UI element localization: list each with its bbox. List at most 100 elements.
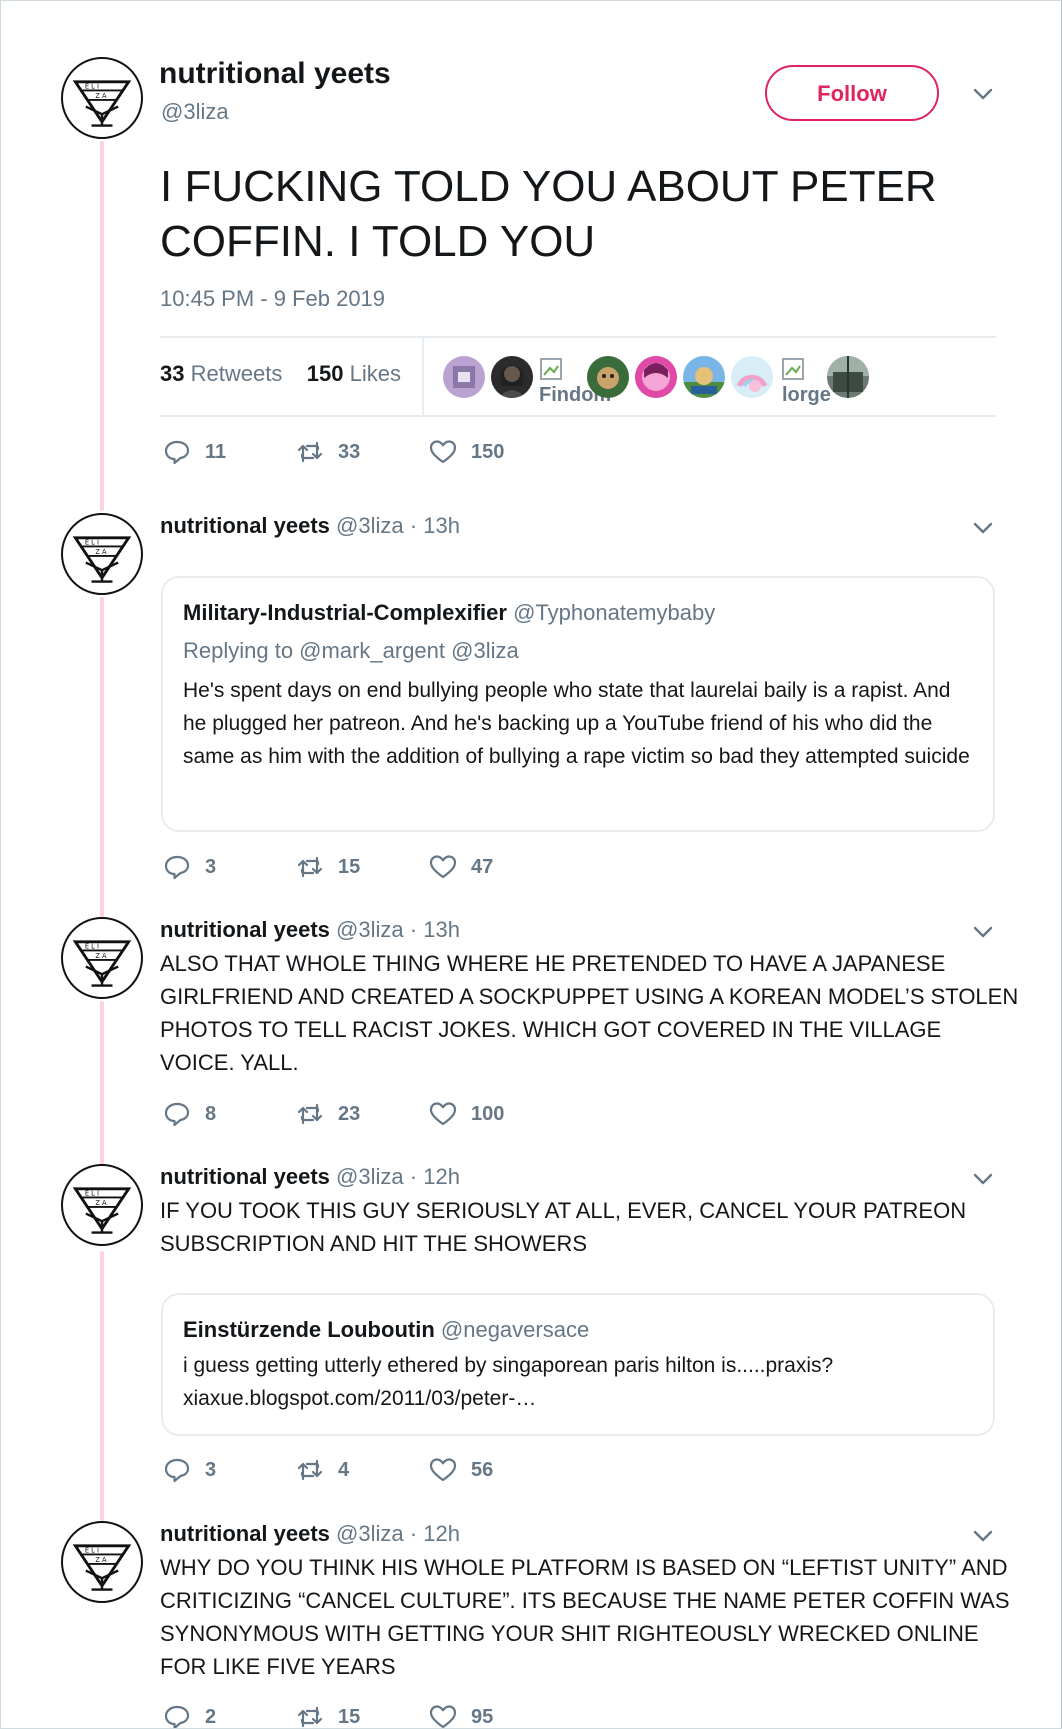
retweet-icon bbox=[297, 1103, 323, 1125]
svg-text:Z A: Z A bbox=[95, 1556, 107, 1564]
author-name[interactable]: nutritional yeets bbox=[160, 917, 330, 942]
reply-action[interactable]: 3 bbox=[163, 1456, 216, 1484]
retweet-icon bbox=[297, 856, 323, 878]
retweet-action[interactable]: 4 bbox=[296, 1456, 349, 1484]
author-name[interactable]: nutritional yeets bbox=[160, 1164, 330, 1189]
reply-icon bbox=[164, 1102, 190, 1127]
like-icon bbox=[429, 440, 457, 464]
svg-text:E L I: E L I bbox=[85, 942, 99, 950]
avatar[interactable]: E L I Z A bbox=[61, 1164, 143, 1246]
liker-avatar[interactable] bbox=[491, 356, 533, 398]
quoted-author-handle: @Typhonatemybaby bbox=[513, 600, 716, 625]
separator: · bbox=[409, 917, 418, 942]
avatar[interactable]: E L I Z A bbox=[61, 513, 143, 595]
author-handle[interactable]: @3liza bbox=[161, 99, 229, 125]
quoted-tweet[interactable]: Military-Industrial-Complexifier @Typhon… bbox=[161, 576, 995, 832]
separator: · bbox=[409, 1521, 418, 1546]
reply-action[interactable]: 3 bbox=[163, 853, 216, 881]
liker-avatar[interactable] bbox=[635, 356, 677, 398]
reply-action[interactable]: 2 bbox=[163, 1703, 216, 1728]
tweet-text: I FUCKING TOLD YOU ABOUT PETER COFFIN. I… bbox=[160, 162, 937, 266]
chevron-down-icon[interactable] bbox=[973, 1529, 993, 1543]
like-action[interactable]: 100 bbox=[429, 1100, 504, 1128]
retweet-action[interactable]: 23 bbox=[296, 1100, 360, 1128]
tweet-time[interactable]: 12h bbox=[423, 1521, 460, 1546]
tweet-time[interactable]: 13h bbox=[423, 513, 460, 538]
triangle-logo-icon: E L I Z A bbox=[65, 61, 139, 135]
retweets-stat[interactable]: 33 Retweets bbox=[160, 361, 282, 386]
reply-icon bbox=[164, 855, 190, 880]
like-action[interactable]: 47 bbox=[429, 853, 493, 881]
quoted-tweet-header: Military-Industrial-Complexifier @Typhon… bbox=[183, 600, 973, 626]
reply-action[interactable]: 8 bbox=[163, 1100, 216, 1128]
quoted-author-handle: @negaversace bbox=[440, 1317, 590, 1342]
retweet-icon bbox=[297, 1706, 323, 1728]
author-handle[interactable]: @3liza bbox=[336, 1164, 404, 1189]
svg-text:E L I: E L I bbox=[85, 1546, 99, 1554]
avatar[interactable]: E L I Z A bbox=[61, 1521, 143, 1603]
author-handle[interactable]: @3liza bbox=[336, 917, 404, 942]
retweet-action[interactable]: 15 bbox=[296, 853, 360, 881]
retweet-icon bbox=[297, 1459, 323, 1481]
like-action[interactable]: 56 bbox=[429, 1456, 493, 1484]
liker-avatar[interactable] bbox=[731, 356, 773, 398]
retweet-action[interactable]: 33 bbox=[296, 438, 360, 466]
thread-line bbox=[100, 1251, 104, 1521]
quoted-tweet-text: He's spent days on end bullying people w… bbox=[183, 679, 970, 768]
tweet-time[interactable]: 13h bbox=[423, 917, 460, 942]
divider bbox=[160, 415, 996, 417]
tweet-header: nutritional yeets @3liza · 12h bbox=[160, 1164, 460, 1190]
chevron-down-icon[interactable] bbox=[973, 1172, 993, 1186]
reply-action[interactable]: 11 bbox=[163, 438, 226, 466]
replying-to: Replying to @mark_argent @3liza bbox=[183, 638, 519, 663]
triangle-logo-icon: E L I Z A bbox=[65, 1525, 139, 1599]
tweet-header: nutritional yeets @3liza · 13h bbox=[160, 917, 460, 943]
tweet-time[interactable]: 12h bbox=[423, 1164, 460, 1189]
author-name[interactable]: nutritional yeets bbox=[160, 1521, 330, 1546]
broken-image-icon bbox=[781, 357, 809, 385]
like-icon bbox=[429, 1102, 457, 1126]
like-action[interactable]: 95 bbox=[429, 1703, 493, 1728]
thread-line bbox=[100, 141, 104, 511]
like-action[interactable]: 150 bbox=[429, 438, 504, 466]
tweet-timestamp[interactable]: 10:45 PM - 9 Feb 2019 bbox=[160, 286, 385, 312]
svg-text:Z A: Z A bbox=[95, 952, 107, 960]
quoted-author-name: Military-Industrial-Complexifier bbox=[183, 600, 507, 625]
svg-text:Z A: Z A bbox=[95, 1199, 107, 1207]
tweet-text: ALSO THAT WHOLE THING WHERE HE PRETENDED… bbox=[160, 951, 1019, 1075]
author-handle[interactable]: @3liza bbox=[336, 1521, 404, 1546]
author-name[interactable]: nutritional yeets bbox=[160, 513, 330, 538]
reply-icon bbox=[164, 440, 190, 465]
follow-button[interactable]: Follow bbox=[765, 65, 939, 121]
like-icon bbox=[429, 1458, 457, 1482]
tweet-header: nutritional yeets @3liza · 12h bbox=[160, 1521, 460, 1547]
quoted-tweet[interactable]: Einstürzende Louboutin @negaversace i gu… bbox=[161, 1293, 995, 1436]
retweet-action[interactable]: 15 bbox=[296, 1703, 360, 1728]
svg-text:Z A: Z A bbox=[95, 92, 107, 100]
liker-avatar[interactable] bbox=[683, 356, 725, 398]
author-handle[interactable]: @3liza bbox=[336, 513, 404, 538]
svg-text:E L I: E L I bbox=[85, 538, 99, 546]
triangle-logo-icon: E L I Z A bbox=[65, 921, 139, 995]
reply-icon bbox=[164, 1705, 190, 1728]
likes-stat[interactable]: 150 Likes bbox=[307, 361, 401, 386]
svg-text:E L I: E L I bbox=[85, 82, 99, 90]
chevron-down-icon[interactable] bbox=[973, 925, 993, 939]
svg-text:E L I: E L I bbox=[85, 1189, 99, 1197]
liker-avatar[interactable] bbox=[443, 356, 485, 398]
divider bbox=[160, 336, 996, 338]
liker-avatar[interactable] bbox=[827, 356, 869, 398]
broken-image-icon bbox=[539, 357, 567, 385]
liker-broken-label: lorge bbox=[782, 384, 831, 406]
author-name[interactable]: nutritional yeets bbox=[159, 57, 391, 91]
chevron-down-icon[interactable] bbox=[973, 521, 993, 535]
divider bbox=[422, 338, 424, 415]
chevron-down-icon[interactable] bbox=[973, 87, 993, 101]
retweet-icon bbox=[297, 441, 323, 463]
avatar[interactable]: E L I Z A bbox=[61, 917, 143, 999]
like-icon bbox=[429, 855, 457, 879]
avatar[interactable]: E L I Z A bbox=[61, 57, 143, 139]
quoted-tweet-text: i guess getting utterly ethered by singa… bbox=[183, 1354, 834, 1410]
liker-avatar[interactable] bbox=[587, 356, 629, 398]
like-icon bbox=[429, 1705, 457, 1728]
